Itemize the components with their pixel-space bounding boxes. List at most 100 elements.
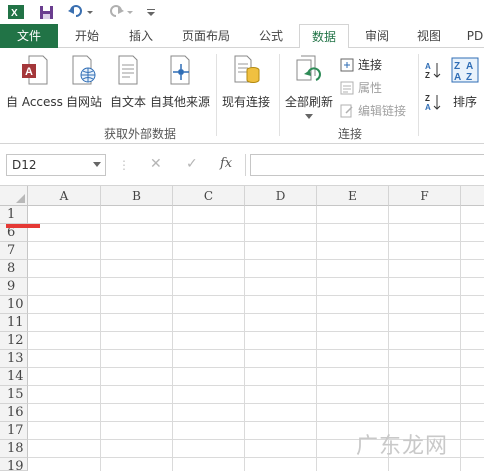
formula-bar: D12 ⋮ ✕ ✓ fx [0,144,484,186]
row-header[interactable]: 7 [0,242,28,260]
enter-formula-icon[interactable]: ✓ [186,156,198,172]
column-header-next[interactable] [461,186,484,206]
properties-icon [340,81,354,95]
excel-logo-icon: X [6,3,26,21]
row-header[interactable]: 14 [0,368,28,386]
name-box-value: D12 [12,158,37,172]
ribbon-data: A 自 Access 自网站 自文本 自其他来源 现有连接 获取外部数据 全部刷… [0,48,484,144]
ribbon-tabs: 文件 开始 插入 页面布局 公式 数据 审阅 视图 PD [0,24,484,49]
row-gridline [28,331,484,332]
row-gridline [28,367,484,368]
svg-text:A: A [466,61,473,72]
from-other-sources-label: 自其他来源 [150,95,211,109]
row-header[interactable]: 11 [0,314,28,332]
svg-text:Z: Z [425,71,430,80]
sort-ascending-icon: A Z [425,62,441,80]
customize-toolbar-icon[interactable] [144,3,158,21]
column-header-c[interactable]: C [173,186,245,206]
tab-pdf[interactable]: PD [460,24,484,48]
refresh-all-button[interactable]: 全部刷新 [285,54,333,120]
row-gridline [28,295,484,296]
tab-formulas[interactable]: 公式 [248,24,294,48]
column-gridline [316,206,317,471]
connections-icon [340,58,354,72]
row-header[interactable]: 10 [0,296,28,314]
column-header-d[interactable]: D [245,186,317,206]
svg-text:X: X [11,8,18,19]
svg-text:A: A [425,62,431,71]
svg-text:A: A [425,103,431,112]
row-gridline [28,349,484,350]
tab-view[interactable]: 视图 [406,24,452,48]
existing-connections-button[interactable]: 现有连接 [222,54,270,110]
row-gridline [28,223,484,224]
column-gridline [460,206,461,471]
from-access-label: 自 Access [6,95,63,109]
sort-button[interactable]: Z A A Z 排序 [450,54,480,110]
tab-page-layout[interactable]: 页面布局 [172,24,240,48]
column-header-a[interactable]: A [28,186,101,206]
watermark-text: 广东龙网 [356,434,449,459]
from-text-button[interactable]: 自文本 [110,54,146,110]
column-header-f[interactable]: F [389,186,461,206]
from-web-label: 自网站 [66,95,103,109]
connections-group-label: 连接 [338,127,363,141]
properties-label: 属性 [358,81,383,95]
select-all-button[interactable] [0,186,28,206]
edit-links-button[interactable]: 编辑链接 [340,102,406,119]
quick-access-toolbar: X [0,0,484,24]
formula-buttons: ⋮ ✕ ✓ fx [110,154,246,176]
tab-data[interactable]: 数据 [299,24,349,49]
row-gridline [28,277,484,278]
tab-home[interactable]: 开始 [62,24,112,48]
column-gridline [100,206,101,471]
undo-button[interactable] [66,3,96,21]
from-other-sources-button[interactable]: 自其他来源 [150,54,210,110]
row-gridline [28,313,484,314]
more-options-icon[interactable]: ⋮ [118,158,130,172]
excel-window: X 文件 开始 插入 页面布局 公式 数据 审阅 视图 PD A 自 Acces… [0,0,484,471]
chevron-down-icon[interactable] [93,162,101,167]
row-header[interactable]: 17 [0,422,28,440]
row-header[interactable]: 8 [0,260,28,278]
refresh-all-label: 全部刷新 [285,95,334,109]
row-header[interactable]: 13 [0,350,28,368]
row-header[interactable]: 9 [0,278,28,296]
edit-links-icon [340,104,354,118]
row-header[interactable]: 19 [0,458,28,471]
other-sources-icon [165,54,195,86]
svg-text:Z: Z [454,61,460,72]
svg-text:A: A [454,72,461,83]
row-header[interactable]: 18 [0,440,28,458]
insert-function-icon[interactable]: fx [220,156,232,171]
dropdown-arrow-icon [305,114,313,119]
text-file-icon [113,54,143,86]
tab-file[interactable]: 文件 [0,24,58,48]
sort-descending-button[interactable]: Z A [424,92,442,112]
column-header-b[interactable]: B [101,186,173,206]
connections-label: 连接 [358,58,383,72]
from-text-label: 自文本 [110,95,147,109]
row-gridline [28,241,484,242]
column-gridline [244,206,245,471]
properties-button[interactable]: 属性 [340,79,382,96]
from-web-button[interactable]: 自网站 [66,54,102,110]
connections-button[interactable]: 连接 [340,56,382,73]
row-header[interactable]: 15 [0,386,28,404]
cancel-formula-icon[interactable]: ✕ [150,156,162,172]
name-box[interactable]: D12 [6,154,106,176]
row-header[interactable]: 12 [0,332,28,350]
sort-ascending-button[interactable]: A Z [424,60,442,80]
from-access-button[interactable]: A 自 Access [6,54,63,110]
tab-review[interactable]: 审阅 [354,24,400,48]
hidden-rows-marker [6,224,40,228]
row-header[interactable]: 16 [0,404,28,422]
column-header-e[interactable]: E [317,186,389,206]
row-header[interactable]: 1 [0,206,28,224]
tab-insert[interactable]: 插入 [116,24,166,48]
formula-input[interactable] [250,154,484,176]
save-icon[interactable] [36,3,56,21]
redo-button[interactable] [106,3,136,21]
row-gridline [28,421,484,422]
existing-connections-label: 现有连接 [222,95,271,109]
